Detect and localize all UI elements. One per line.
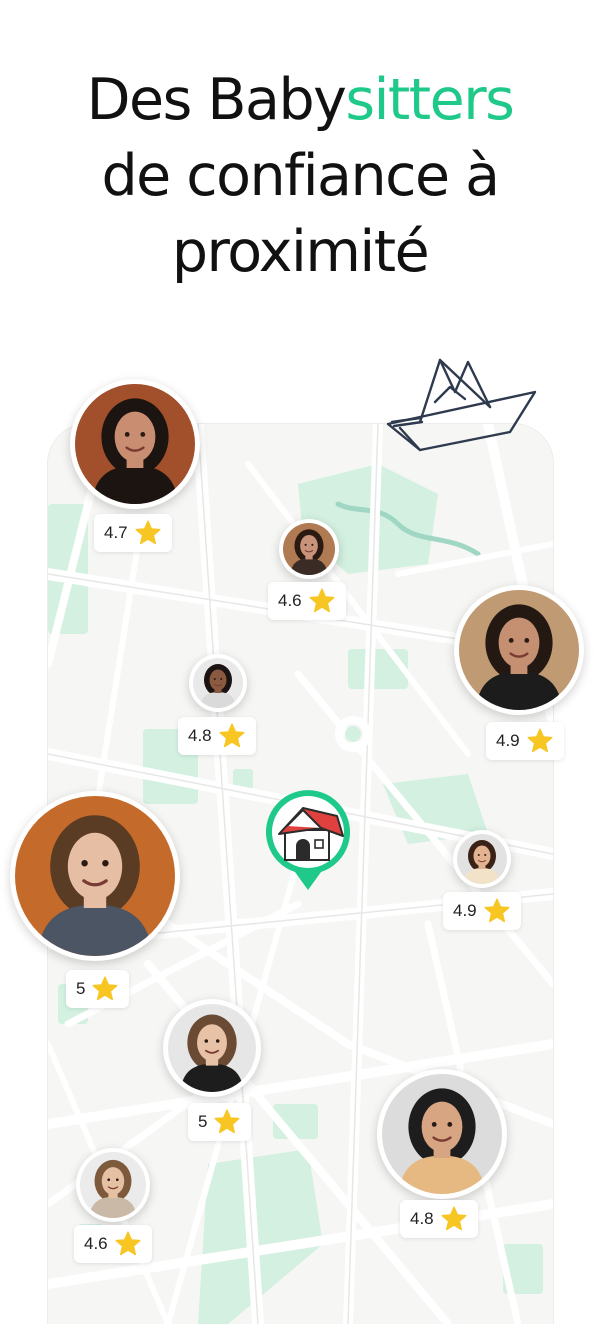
paper-boat-doodle-icon xyxy=(386,358,537,452)
star-icon xyxy=(92,976,118,1001)
rating-badge: 4.6 xyxy=(74,1225,152,1263)
sitter-avatar-1[interactable] xyxy=(70,379,200,509)
avatar-portrait-icon xyxy=(457,834,507,884)
avatar-photo xyxy=(382,1074,502,1194)
rating-value: 4.9 xyxy=(496,731,520,750)
star-icon xyxy=(115,1231,141,1256)
avatar-photo xyxy=(168,1004,256,1092)
avatar-portrait-icon xyxy=(193,658,243,708)
rating-value: 4.6 xyxy=(278,591,302,610)
avatar-portrait-icon xyxy=(382,1074,502,1194)
star-icon xyxy=(219,723,245,748)
sitter-avatar-4[interactable] xyxy=(189,654,247,712)
avatar-portrait-icon xyxy=(459,590,579,710)
star-icon xyxy=(214,1109,240,1134)
rating-badge: 4.8 xyxy=(178,717,256,755)
star-icon xyxy=(135,520,161,545)
headline: Des Babysitters de confiance à proximité xyxy=(0,62,600,290)
rating-value: 5 xyxy=(76,979,86,998)
rating-badge: 4.8 xyxy=(400,1200,478,1238)
avatar-photo xyxy=(75,384,195,504)
sitter-avatar-5[interactable] xyxy=(10,791,180,961)
headline-accent-word: sitters xyxy=(345,67,514,133)
avatar-photo xyxy=(15,796,175,956)
avatar-portrait-icon xyxy=(15,796,175,956)
avatar-portrait-icon xyxy=(168,1004,256,1092)
rating-badge: 4.7 xyxy=(94,514,172,552)
rating-badge: 4.6 xyxy=(268,582,346,620)
headline-line-2: de confiance à xyxy=(101,143,500,209)
sitter-avatar-3[interactable] xyxy=(454,585,584,715)
avatar-photo xyxy=(457,834,507,884)
rating-value: 4.8 xyxy=(188,726,212,745)
rating-value: 5 xyxy=(198,1112,208,1131)
avatar-photo xyxy=(193,658,243,708)
avatar-portrait-icon xyxy=(75,384,195,504)
sitter-avatar-6[interactable] xyxy=(453,830,511,888)
rating-badge: 5 xyxy=(66,970,130,1008)
star-icon xyxy=(309,588,335,613)
rating-value: 4.7 xyxy=(104,523,128,542)
headline-line-1: Des Babysitters xyxy=(0,62,600,138)
sitter-avatar-7[interactable] xyxy=(163,999,261,1097)
avatar-photo xyxy=(283,523,335,575)
sitter-avatar-2[interactable] xyxy=(279,519,339,579)
avatar-photo xyxy=(459,590,579,710)
star-icon xyxy=(484,898,510,923)
star-icon xyxy=(527,728,553,753)
avatar-photo xyxy=(80,1152,146,1218)
home-pin-icon[interactable] xyxy=(263,786,353,892)
avatar-portrait-icon xyxy=(80,1152,146,1218)
rating-value: 4.8 xyxy=(410,1209,434,1228)
sitter-avatar-8[interactable] xyxy=(377,1069,507,1199)
headline-text-babysitters: Des Baby xyxy=(86,67,347,133)
rating-badge: 4.9 xyxy=(486,722,564,760)
headline-line-3: proximité xyxy=(171,219,430,285)
rating-badge: 5 xyxy=(188,1103,252,1141)
rating-value: 4.9 xyxy=(453,901,477,920)
avatar-portrait-icon xyxy=(283,523,335,575)
rating-value: 4.6 xyxy=(84,1234,108,1253)
rating-badge: 4.9 xyxy=(443,892,521,930)
sitter-avatar-9[interactable] xyxy=(76,1148,150,1222)
star-icon xyxy=(441,1206,467,1231)
